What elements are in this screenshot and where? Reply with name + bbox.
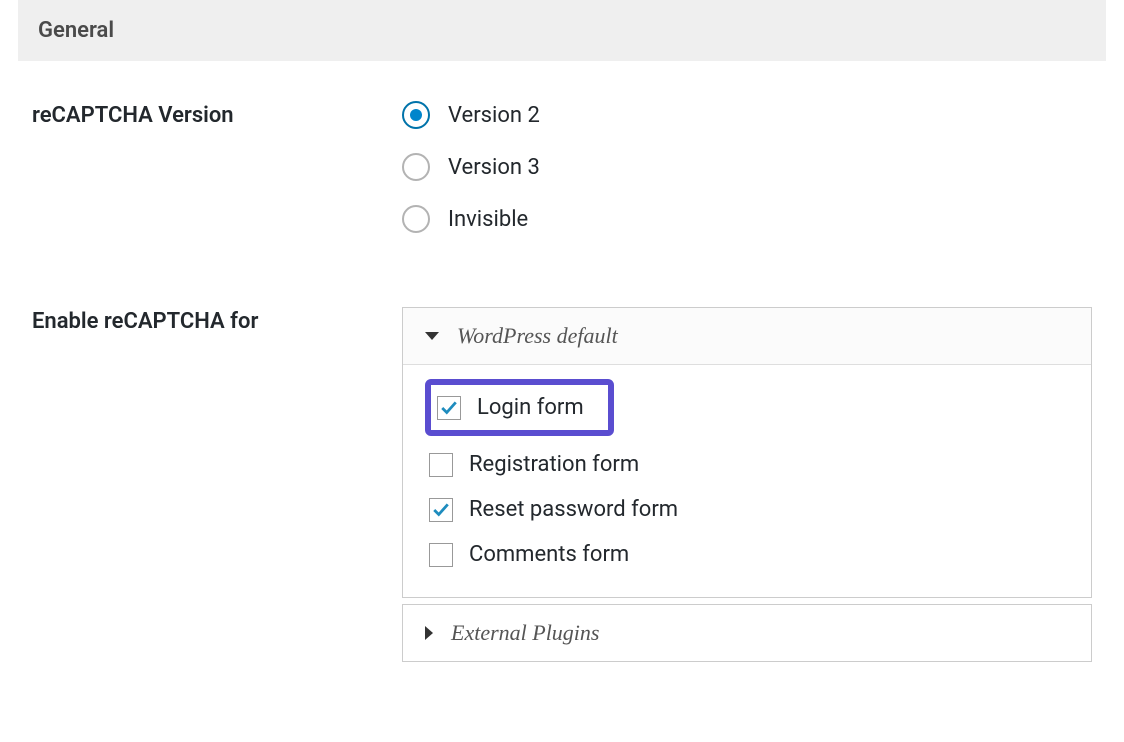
checkbox-label: Comments form	[469, 542, 629, 567]
accordion-1: External Plugins	[402, 604, 1092, 662]
label-enable-recaptcha: Enable reCAPTCHA for	[32, 307, 402, 334]
label-recaptcha-version: reCAPTCHA Version	[32, 101, 402, 128]
checkbox-item-3[interactable]: Comments form	[425, 532, 1069, 577]
radio-label: Version 2	[448, 103, 540, 128]
radio-version-2[interactable]: Invisible	[402, 205, 1092, 233]
accordion-body: Login form Registration form Reset passwor…	[403, 365, 1091, 597]
row-enable-recaptcha: Enable reCAPTCHA for WordPress default Lo…	[0, 307, 1124, 668]
row-recaptcha-version: reCAPTCHA Version Version 2 Version 3 Invi…	[0, 101, 1124, 257]
radio-version-0[interactable]: Version 2	[402, 101, 1092, 129]
checkbox-item-2[interactable]: Reset password form	[425, 487, 1069, 532]
radio-label: Invisible	[448, 207, 528, 232]
radio-button-icon	[402, 101, 430, 129]
checkbox-label: Reset password form	[469, 497, 678, 522]
accordion-container: WordPress default Login form Registration …	[402, 307, 1092, 668]
checkbox-icon	[429, 498, 453, 522]
checkbox-icon	[429, 543, 453, 567]
radio-button-icon	[402, 153, 430, 181]
checkbox-item-0[interactable]: Login form	[425, 379, 614, 436]
accordion-header[interactable]: External Plugins	[403, 605, 1091, 661]
section-title: General	[38, 18, 1086, 43]
radio-group-version: Version 2 Version 3 Invisible	[402, 101, 1092, 257]
accordion-0: WordPress default Login form Registration …	[402, 307, 1092, 598]
checkbox-icon	[429, 453, 453, 477]
accordion-header[interactable]: WordPress default	[403, 308, 1091, 365]
accordion-title: WordPress default	[457, 323, 618, 349]
checkbox-item-1[interactable]: Registration form	[425, 442, 1069, 487]
chevron-down-icon	[425, 332, 439, 340]
chevron-right-icon	[425, 626, 433, 640]
checkbox-icon	[437, 396, 461, 420]
checkbox-label: Registration form	[469, 452, 639, 477]
radio-button-icon	[402, 205, 430, 233]
radio-label: Version 3	[448, 155, 540, 180]
section-header-general: General	[18, 0, 1106, 61]
checkbox-label: Login form	[477, 395, 584, 420]
accordion-title: External Plugins	[451, 620, 599, 646]
radio-version-1[interactable]: Version 3	[402, 153, 1092, 181]
